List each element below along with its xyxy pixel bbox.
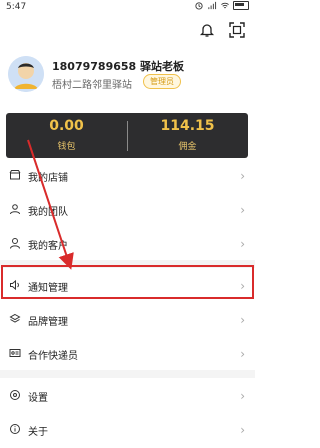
menu-item-my-store[interactable]: 我的店铺 › bbox=[0, 158, 255, 192]
chevron-right-icon: › bbox=[240, 169, 245, 183]
menu-item-label: 合作快递员 bbox=[28, 351, 78, 362]
menu-item-about[interactable]: 关于 › bbox=[0, 412, 255, 446]
battery-icon bbox=[233, 1, 249, 10]
top-actions bbox=[199, 22, 245, 38]
chevron-right-icon: › bbox=[240, 423, 245, 437]
menu-list: 我的店铺 › 我的团队 › 我的客户 › 通知管理 › 品牌管理 › 合作快递员… bbox=[0, 158, 255, 446]
wallet-label: 钱包 bbox=[57, 142, 76, 152]
menu-item-settings[interactable]: 设置 › bbox=[0, 378, 255, 412]
wifi-icon bbox=[221, 2, 229, 9]
menu-item-label: 我的团队 bbox=[28, 207, 68, 218]
menu-item-label: 我的客户 bbox=[28, 241, 68, 252]
menu-item-my-customers[interactable]: 我的客户 › bbox=[0, 226, 255, 260]
signal-icon bbox=[208, 1, 217, 10]
section-divider bbox=[0, 370, 255, 378]
role-badge: 管理员 bbox=[143, 74, 181, 89]
avatar[interactable] bbox=[8, 56, 44, 92]
menu-item-label: 关于 bbox=[28, 427, 48, 438]
wallet-panel: 0.00 钱包 114.15 佣金 bbox=[6, 113, 248, 158]
bell-icon[interactable] bbox=[199, 22, 215, 38]
team-icon bbox=[10, 204, 20, 215]
alarm-icon bbox=[195, 2, 203, 10]
chevron-right-icon: › bbox=[240, 347, 245, 361]
chevron-right-icon: › bbox=[240, 203, 245, 217]
chevron-right-icon: › bbox=[240, 237, 245, 251]
chevron-right-icon: › bbox=[240, 389, 245, 403]
layers-icon bbox=[9, 313, 21, 323]
commission-label: 佣金 bbox=[178, 142, 197, 152]
section-divider bbox=[0, 260, 255, 268]
menu-item-label: 品牌管理 bbox=[28, 317, 68, 328]
store-icon bbox=[9, 170, 21, 180]
wallet-value: 0.00 bbox=[49, 118, 84, 134]
profile-station: 梧村二路邻里驿站 bbox=[52, 80, 132, 91]
chevron-right-icon: › bbox=[240, 313, 245, 327]
menu-item-my-team[interactable]: 我的团队 › bbox=[0, 192, 255, 226]
avatar-illustration bbox=[8, 56, 44, 92]
status-bar: 5:47 bbox=[0, 0, 255, 14]
menu-item-label: 通知管理 bbox=[28, 283, 68, 294]
menu-item-partner-couriers[interactable]: 合作快递员 › bbox=[0, 336, 255, 370]
settings-icon bbox=[10, 390, 20, 400]
speaker-icon bbox=[10, 279, 19, 291]
scan-icon[interactable] bbox=[229, 22, 245, 38]
profile-section[interactable]: 18079789658 驿站老板 梧村二路邻里驿站 管理员 bbox=[8, 56, 248, 96]
commission-balance[interactable]: 114.15 佣金 bbox=[127, 117, 248, 152]
id-card-icon bbox=[9, 349, 21, 357]
person-icon bbox=[10, 238, 20, 249]
info-icon bbox=[10, 424, 20, 434]
status-time: 5:47 bbox=[6, 2, 27, 12]
menu-item-label: 设置 bbox=[28, 393, 48, 404]
profile-name: 18079789658 驿站老板 bbox=[52, 60, 185, 73]
commission-value: 114.15 bbox=[160, 118, 215, 134]
chevron-right-icon: › bbox=[240, 279, 245, 293]
menu-item-label: 我的店铺 bbox=[28, 173, 68, 184]
status-icons bbox=[194, 1, 249, 10]
menu-item-notification-management[interactable]: 通知管理 › bbox=[0, 268, 255, 302]
menu-item-brand-management[interactable]: 品牌管理 › bbox=[0, 302, 255, 336]
wallet-balance[interactable]: 0.00 钱包 bbox=[6, 117, 127, 152]
